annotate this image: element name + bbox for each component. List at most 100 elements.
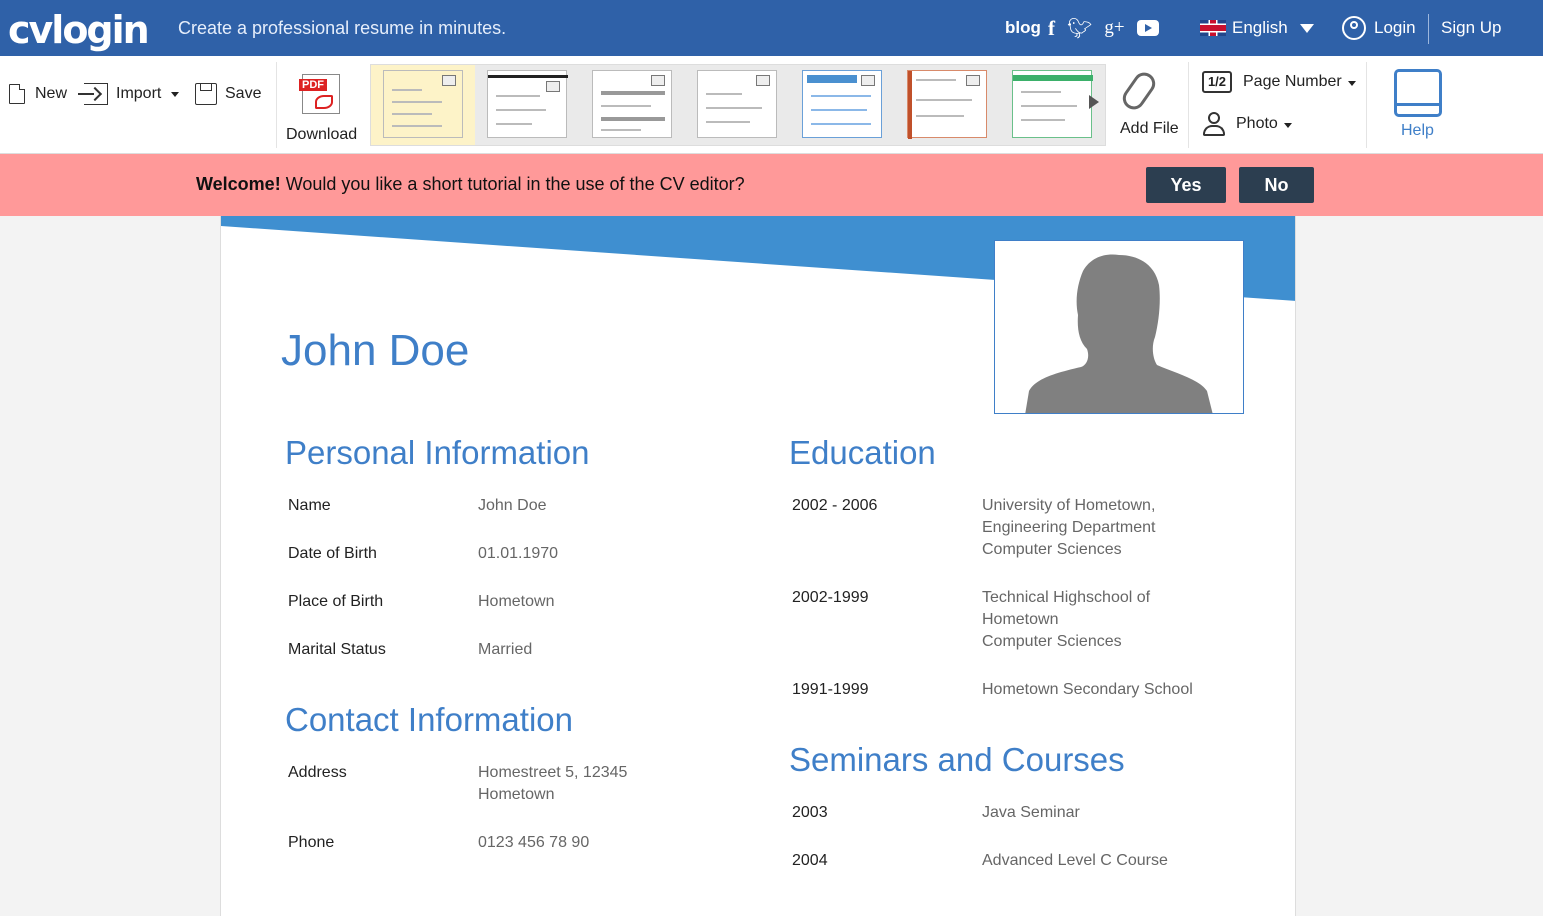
field-value[interactable]: Java Seminar xyxy=(982,802,1080,824)
cvlogin-logo[interactable]: cvlogin xyxy=(8,8,150,52)
save-icon xyxy=(195,83,217,105)
uk-flag-icon xyxy=(1200,20,1226,36)
field-label[interactable]: 2002 - 2006 xyxy=(792,497,877,515)
pdf-badge: PDF xyxy=(299,79,327,91)
chevron-down-icon xyxy=(1284,123,1293,128)
editor-toolbar: New Import Save PDF Download Add File 1/… xyxy=(0,56,1543,154)
field-label[interactable]: 1991-1999 xyxy=(792,681,869,699)
save-button[interactable]: Save xyxy=(195,83,261,105)
field-value[interactable]: Technical Highschool of Hometown Compute… xyxy=(982,587,1150,653)
template-line xyxy=(706,107,762,109)
social-links: f 🐦︎ g+ xyxy=(1048,0,1159,56)
top-navbar: cvlogin Create a professional resume in … xyxy=(0,0,1543,56)
field-label[interactable]: 2004 xyxy=(792,852,828,870)
field-value[interactable]: 01.01.1970 xyxy=(478,543,558,565)
template-line xyxy=(1021,105,1077,107)
template-thumbnail[interactable] xyxy=(697,70,777,138)
value-line: Computer Sciences xyxy=(982,541,1122,558)
field-value[interactable]: 0123 456 78 90 xyxy=(478,832,589,854)
field-label[interactable]: Place of Birth xyxy=(288,593,383,611)
user-icon xyxy=(1342,16,1366,40)
template-photo-placeholder xyxy=(546,81,560,92)
toolbar-divider xyxy=(276,62,277,148)
import-button[interactable]: Import xyxy=(78,83,180,105)
field-label[interactable]: Address xyxy=(288,764,347,782)
template-line xyxy=(601,117,665,121)
chevron-down-icon xyxy=(171,91,180,97)
login-button[interactable]: Login xyxy=(1342,0,1416,56)
tutorial-yes-button[interactable]: Yes xyxy=(1146,167,1226,203)
template-line xyxy=(706,121,750,123)
template-line xyxy=(496,109,546,111)
carousel-next-icon[interactable] xyxy=(1089,95,1099,109)
field-label[interactable]: Date of Birth xyxy=(288,545,377,563)
template-thumbnail[interactable] xyxy=(1012,70,1093,138)
value-line: Engineering Department xyxy=(982,519,1156,536)
value-line: Hometown xyxy=(982,611,1059,628)
value-line: Hometown xyxy=(478,786,555,803)
nav-divider xyxy=(1428,14,1429,44)
google-plus-icon[interactable]: g+ xyxy=(1104,17,1124,39)
template-line xyxy=(601,91,665,95)
field-value[interactable]: Hometown Secondary School xyxy=(982,679,1193,701)
template-thumbnail[interactable] xyxy=(592,70,672,138)
section-title-education[interactable]: Education xyxy=(789,434,936,472)
pdf-icon: PDF xyxy=(299,74,340,114)
field-value[interactable]: Married xyxy=(478,639,532,661)
template-line xyxy=(496,123,532,125)
template-photo-placeholder xyxy=(756,75,770,86)
field-value[interactable]: Homestreet 5, 12345 Hometown xyxy=(478,762,627,806)
section-title-seminars[interactable]: Seminars and Courses xyxy=(789,741,1125,779)
field-label[interactable]: Marital Status xyxy=(288,641,386,659)
toolbar-divider xyxy=(1188,62,1189,148)
chevron-down-icon xyxy=(1348,81,1357,86)
field-label[interactable]: Phone xyxy=(288,834,334,852)
template-thumbnail[interactable] xyxy=(802,70,882,138)
field-value[interactable]: University of Hometown, Engineering Depa… xyxy=(982,495,1155,561)
save-label: Save xyxy=(225,85,262,102)
template-line xyxy=(488,75,568,78)
signup-button[interactable]: Sign Up xyxy=(1441,0,1501,56)
template-thumbnail[interactable] xyxy=(487,70,568,138)
tutorial-no-button[interactable]: No xyxy=(1239,167,1314,203)
section-title-contact[interactable]: Contact Information xyxy=(285,701,573,739)
field-label[interactable]: 2003 xyxy=(792,804,828,822)
silhouette-icon xyxy=(1025,254,1213,413)
field-value[interactable]: Hometown xyxy=(478,591,554,613)
value-line: Technical Highschool of xyxy=(982,589,1151,606)
template-line xyxy=(916,79,956,81)
field-value[interactable]: Advanced Level C Course xyxy=(982,850,1168,872)
template-line xyxy=(807,75,857,83)
banner-message: Welcome! Would you like a short tutorial… xyxy=(196,174,745,195)
field-value[interactable]: John Doe xyxy=(478,495,547,517)
banner-question: Would you like a short tutorial in the u… xyxy=(280,174,745,194)
page-number-label: Page Number xyxy=(1243,73,1357,91)
template-line xyxy=(601,105,651,107)
candidate-name[interactable]: John Doe xyxy=(281,326,469,376)
section-title-personal[interactable]: Personal Information xyxy=(285,434,590,472)
template-line xyxy=(496,95,540,97)
field-label[interactable]: Name xyxy=(288,497,331,515)
field-label[interactable]: 2002-1999 xyxy=(792,589,869,607)
profile-photo[interactable] xyxy=(994,240,1244,414)
template-line xyxy=(392,101,442,103)
template-thumbnail[interactable] xyxy=(383,70,463,138)
import-icon xyxy=(78,83,108,105)
youtube-icon[interactable] xyxy=(1136,20,1159,36)
value-line: Computer Sciences xyxy=(982,633,1122,650)
facebook-icon[interactable]: f xyxy=(1048,16,1055,41)
template-line xyxy=(601,129,641,131)
template-line xyxy=(908,71,912,139)
twitter-icon[interactable]: 🐦︎ xyxy=(1067,16,1092,41)
language-label: English xyxy=(1232,18,1288,37)
new-button[interactable]: New xyxy=(9,84,67,104)
new-label: New xyxy=(35,85,68,102)
template-line xyxy=(1021,91,1061,93)
template-photo-placeholder xyxy=(651,75,665,86)
language-selector[interactable]: English xyxy=(1200,0,1314,56)
template-line xyxy=(1013,75,1093,81)
template-thumbnail[interactable] xyxy=(907,70,987,139)
tutorial-banner: Welcome! Would you like a short tutorial… xyxy=(0,154,1543,216)
template-line xyxy=(1021,119,1065,121)
blog-link[interactable]: blog xyxy=(1005,0,1041,56)
